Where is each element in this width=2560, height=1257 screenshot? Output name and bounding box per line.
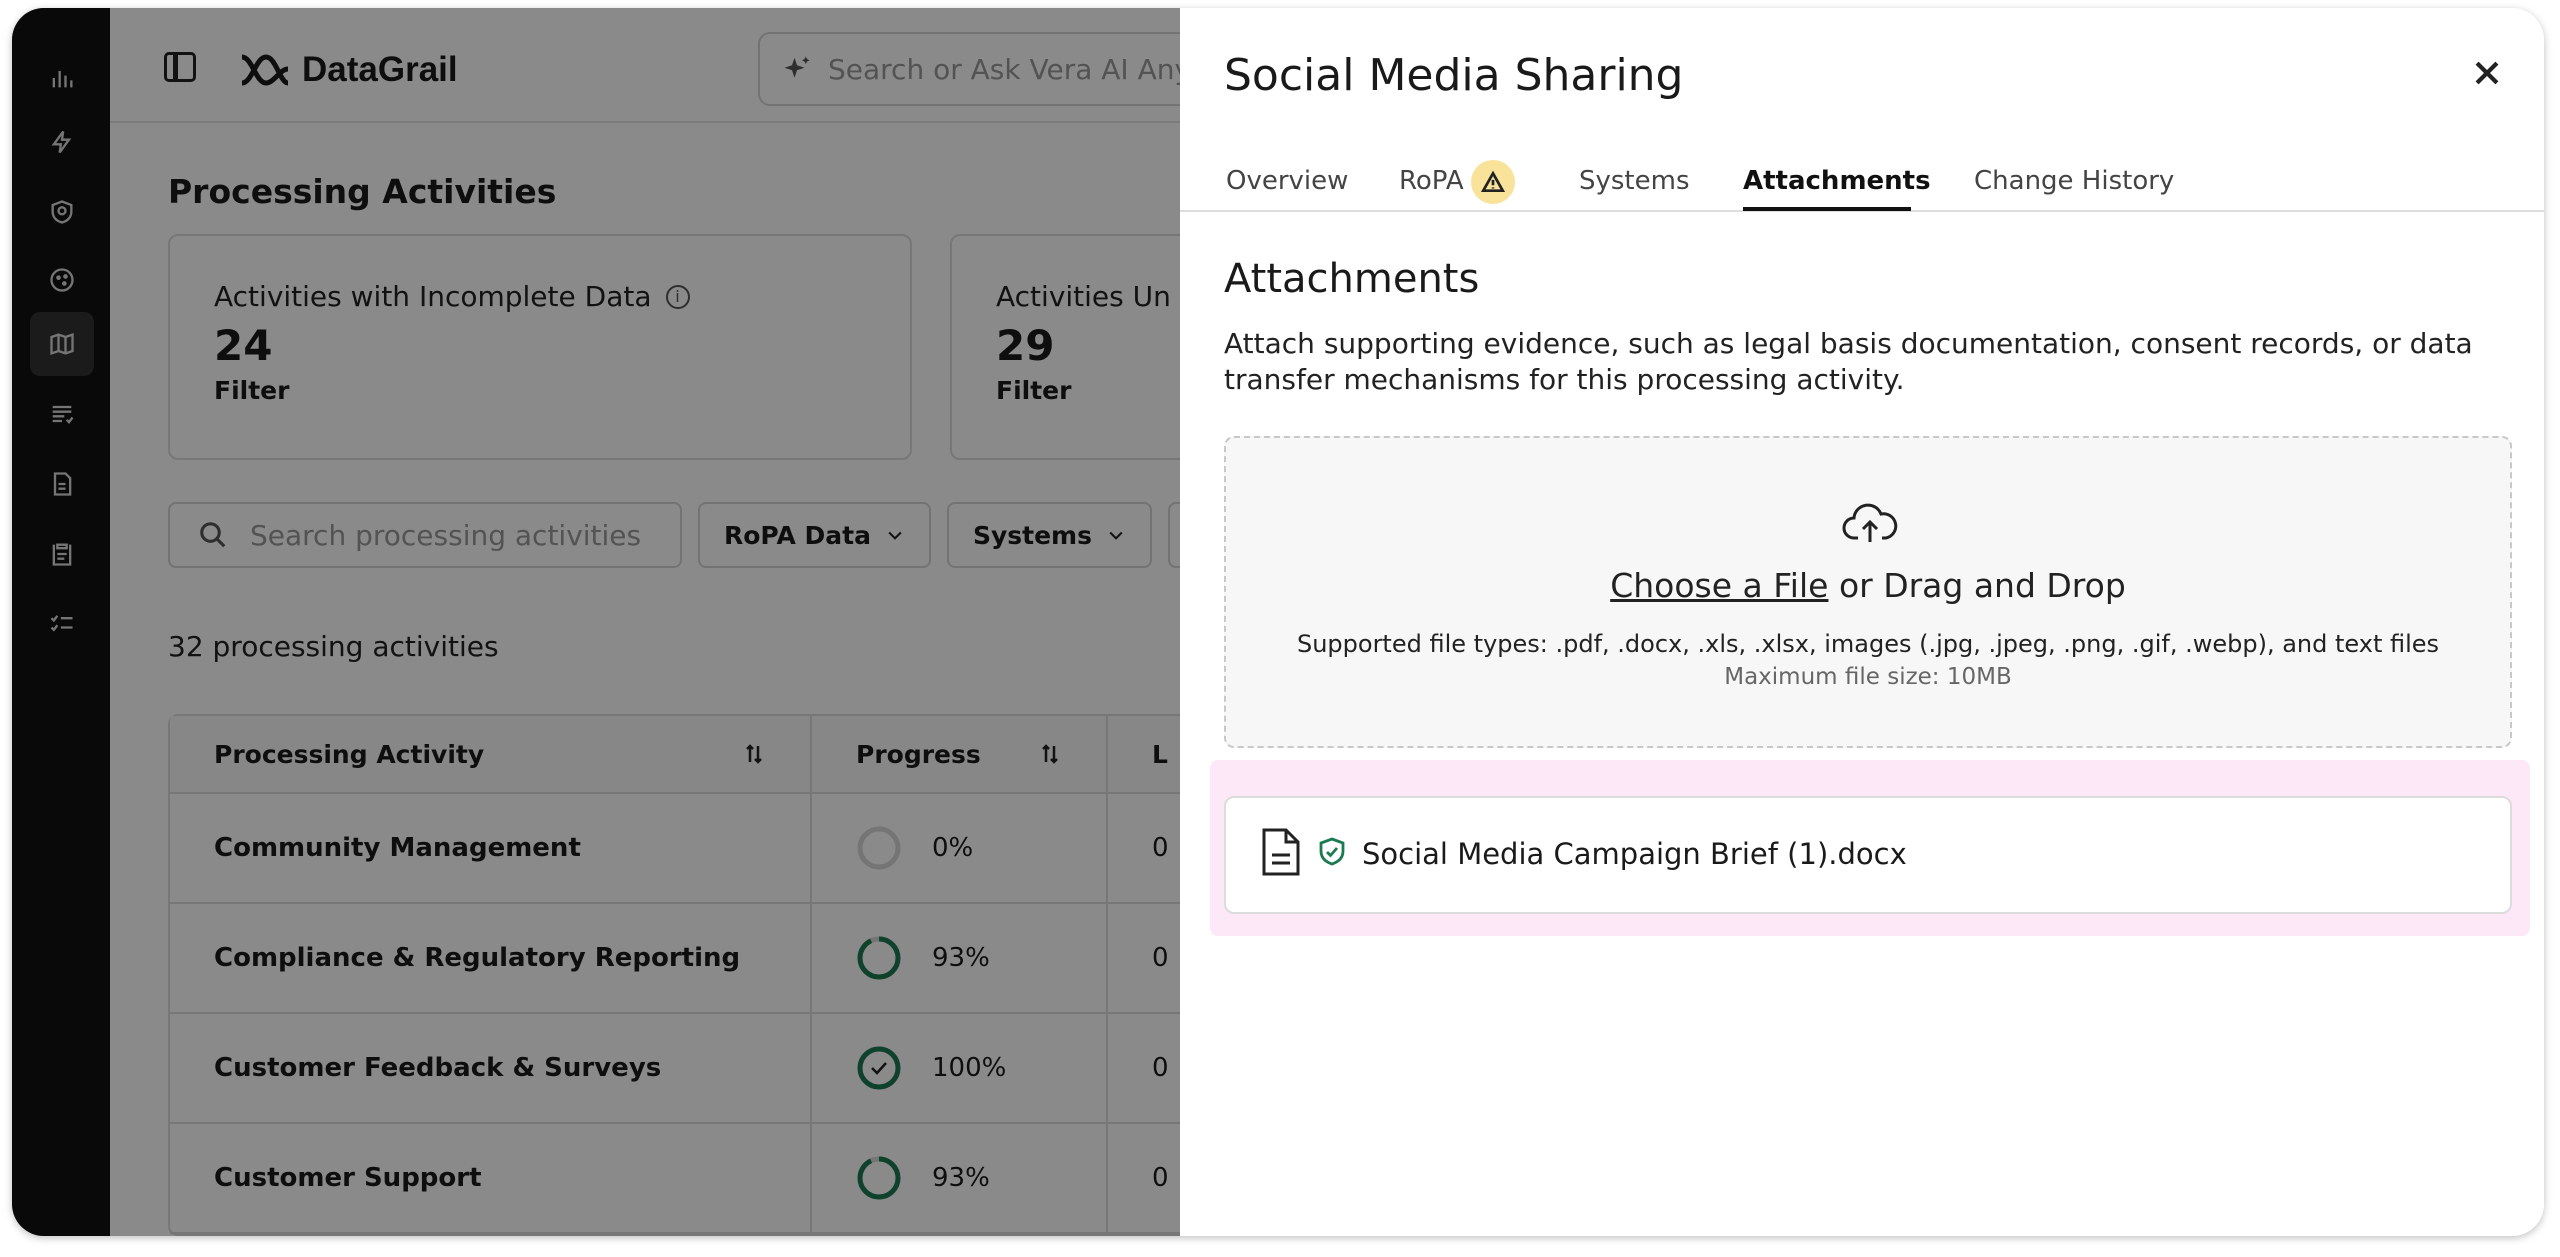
attachment-item[interactable]: Social Media Campaign Brief (1).docx [1224, 796, 2512, 914]
drag-drop-text: or Drag and Drop [1828, 566, 2126, 605]
cloud-upload-icon [1842, 500, 1898, 546]
activity-detail-panel: Social Media Sharing Overview RoPA Syste… [1180, 8, 2544, 1236]
tab-systems[interactable]: Systems [1579, 166, 1690, 196]
section-title: Attachments [1224, 256, 1480, 302]
verified-shield-icon [1318, 837, 1346, 871]
file-icon [1260, 827, 1302, 881]
panel-tabs: Overview RoPA Systems Attachments Change… [1180, 154, 2544, 212]
app-window: DataGrail Search or Ask Vera AI Anything… [12, 8, 2544, 1236]
attachment-content: Social Media Campaign Brief (1).docx [1242, 800, 2498, 908]
tab-change-history[interactable]: Change History [1974, 166, 2174, 196]
ropa-warning-badge [1471, 160, 1515, 204]
max-file-size: Maximum file size: 10MB [1724, 664, 2012, 690]
active-tab-indicator [1743, 207, 1911, 211]
section-description: Attach supporting evidence, such as lega… [1224, 327, 2473, 396]
file-dropzone[interactable]: Choose a File or Drag and Drop Supported… [1224, 436, 2512, 748]
tab-attachments[interactable]: Attachments [1743, 166, 1931, 196]
close-icon [2475, 61, 2499, 85]
warning-icon [1480, 170, 1506, 193]
supported-file-types: Supported file types: .pdf, .docx, .xls,… [1296, 630, 2440, 658]
modal-backdrop[interactable] [12, 8, 1180, 1236]
choose-file-link[interactable]: Choose a File [1610, 566, 1828, 605]
close-button[interactable] [2470, 56, 2510, 96]
panel-title: Social Media Sharing [1224, 50, 1684, 101]
attachment-file-name[interactable]: Social Media Campaign Brief (1).docx [1362, 837, 1907, 871]
tab-ropa[interactable]: RoPA [1399, 166, 1464, 196]
dropzone-prompt: Choose a File or Drag and Drop [1226, 566, 2510, 605]
tab-overview[interactable]: Overview [1226, 166, 1348, 196]
